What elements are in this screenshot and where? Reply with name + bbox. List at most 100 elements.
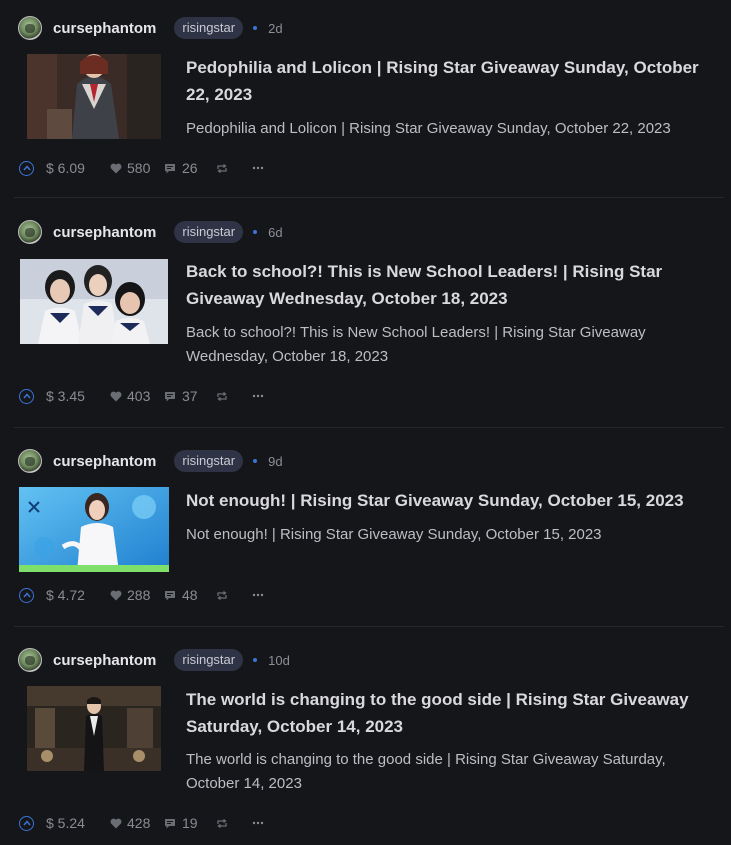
post-thumbnail[interactable] [19, 487, 169, 572]
post-summary[interactable]: Not enough! | Rising Star Giveaway Sunda… [186, 523, 716, 547]
post-thumbnail[interactable] [27, 54, 161, 139]
votes-count-value: 428 [127, 815, 151, 831]
comments-count[interactable]: 19 [164, 815, 216, 831]
heart-icon [110, 590, 122, 600]
comments-count[interactable]: 26 [164, 160, 216, 176]
upvote-icon [22, 393, 31, 399]
upvote-button[interactable] [19, 160, 34, 176]
author-name[interactable]: cursephantom [53, 224, 156, 241]
votes-count[interactable]: 403 [110, 388, 164, 404]
avatar[interactable] [18, 16, 42, 40]
post-card: cursephantom risingstar 6d Back to schoo… [0, 218, 724, 428]
post-title[interactable]: The world is changing to the good side |… [186, 686, 721, 740]
comments-count[interactable]: 48 [164, 587, 216, 603]
votes-count-value: 403 [127, 388, 151, 404]
upvote-icon [22, 165, 31, 171]
upvote-button[interactable] [19, 815, 34, 831]
post-divider [14, 626, 724, 627]
post-thumbnail[interactable] [27, 686, 161, 771]
post-age: 6d [268, 224, 283, 240]
upvote-button[interactable] [19, 388, 34, 404]
comments-count-value: 37 [182, 388, 198, 404]
thumbnail-image [27, 686, 161, 771]
post-card: cursephantom risingstar 2d Pedophilia an… [0, 14, 724, 198]
votes-count[interactable]: 580 [110, 160, 164, 176]
more-button[interactable] [252, 166, 264, 170]
separator-dot [253, 26, 258, 30]
comments-count-value: 19 [182, 815, 198, 831]
post-divider [14, 427, 724, 428]
reblog-button[interactable] [216, 163, 252, 174]
payout-value[interactable]: $ 3.45 [46, 388, 110, 404]
community-badge[interactable]: risingstar [174, 221, 244, 243]
thumbnail-image [19, 487, 169, 572]
comment-icon [165, 391, 175, 401]
post-header: cursephantom risingstar 6d [18, 218, 283, 246]
payout-value[interactable]: $ 6.09 [46, 160, 110, 176]
avatar[interactable] [18, 220, 42, 244]
post-actions: $ 4.72 288 48 [19, 585, 264, 605]
post-actions: $ 3.45 403 37 [19, 386, 264, 406]
post-title[interactable]: Pedophilia and Lolicon | Rising Star Giv… [186, 54, 721, 108]
reblog-icon [217, 590, 227, 600]
post-card: cursephantom risingstar 10d The world is… [0, 646, 724, 845]
heart-icon [110, 818, 122, 828]
community-badge[interactable]: risingstar [174, 17, 244, 39]
comment-icon [165, 818, 175, 828]
author-name[interactable]: cursephantom [53, 453, 156, 470]
post-header: cursephantom risingstar 2d [18, 14, 283, 42]
post-summary[interactable]: The world is changing to the good side |… [186, 748, 716, 796]
post-actions: $ 5.24 428 19 [19, 813, 264, 833]
separator-dot [253, 658, 258, 662]
reblog-button[interactable] [216, 590, 252, 601]
comments-count[interactable]: 37 [164, 388, 216, 404]
separator-dot [253, 459, 258, 463]
post-summary[interactable]: Pedophilia and Lolicon | Rising Star Giv… [186, 117, 716, 141]
author-name[interactable]: cursephantom [53, 20, 156, 37]
post-actions: $ 6.09 580 26 [19, 158, 264, 178]
more-button[interactable] [252, 593, 264, 597]
votes-count-value: 288 [127, 587, 151, 603]
post-summary[interactable]: Back to school?! This is New School Lead… [186, 321, 716, 369]
community-badge[interactable]: risingstar [174, 450, 244, 472]
post-header: cursephantom risingstar 9d [18, 447, 283, 475]
payout-value[interactable]: $ 4.72 [46, 587, 110, 603]
votes-count[interactable]: 288 [110, 587, 164, 603]
post-header: cursephantom risingstar 10d [18, 646, 290, 674]
reblog-button[interactable] [216, 818, 252, 829]
reblog-icon [217, 391, 227, 401]
upvote-icon [22, 820, 31, 826]
community-badge[interactable]: risingstar [174, 649, 244, 671]
payout-value[interactable]: $ 5.24 [46, 815, 110, 831]
upvote-icon [22, 592, 31, 598]
comments-count-value: 48 [182, 587, 198, 603]
author-name[interactable]: cursephantom [53, 652, 156, 669]
more-icon [252, 593, 264, 597]
post-age: 10d [268, 652, 290, 668]
thumbnail-image [20, 259, 168, 344]
more-icon [252, 394, 264, 398]
comment-icon [165, 590, 175, 600]
votes-count-value: 580 [127, 160, 151, 176]
post-title[interactable]: Back to school?! This is New School Lead… [186, 258, 721, 312]
separator-dot [253, 230, 258, 234]
heart-icon [110, 391, 122, 401]
post-title[interactable]: Not enough! | Rising Star Giveaway Sunda… [186, 487, 721, 514]
post-card: cursephantom risingstar 9d Not enough! |… [0, 447, 724, 627]
avatar[interactable] [18, 449, 42, 473]
more-button[interactable] [252, 821, 264, 825]
reblog-button[interactable] [216, 391, 252, 402]
post-thumbnail[interactable] [20, 259, 168, 344]
comments-count-value: 26 [182, 160, 198, 176]
avatar[interactable] [18, 648, 42, 672]
post-feed: cursephantom risingstar 2d Pedophilia an… [0, 0, 731, 845]
reblog-icon [217, 818, 227, 828]
upvote-button[interactable] [19, 587, 34, 603]
more-icon [252, 166, 264, 170]
comment-icon [165, 163, 175, 173]
post-age: 9d [268, 453, 283, 469]
more-button[interactable] [252, 394, 264, 398]
more-icon [252, 821, 264, 825]
thumbnail-image [27, 54, 161, 139]
votes-count[interactable]: 428 [110, 815, 164, 831]
